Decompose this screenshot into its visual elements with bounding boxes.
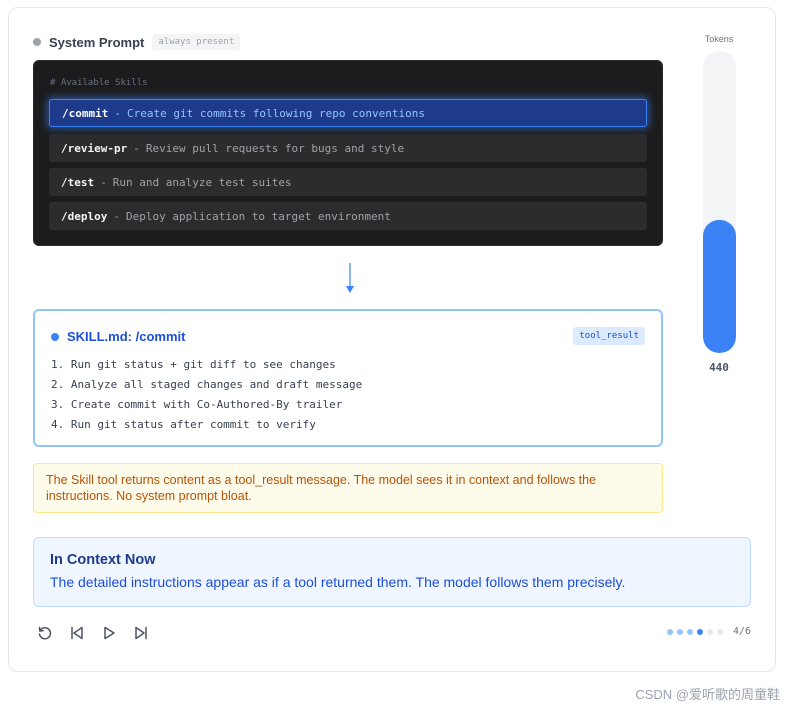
skill-description: Run and analyze test suites	[112, 175, 292, 189]
skill-row-test[interactable]: /test - Run and analyze test suites	[49, 168, 647, 196]
skip-back-button[interactable]	[69, 623, 101, 643]
play-icon	[104, 626, 115, 640]
play-button[interactable]	[101, 623, 133, 643]
skill-command: /commit	[62, 106, 109, 120]
arrow-down-icon	[346, 263, 354, 293]
pager-dot[interactable]	[686, 628, 693, 635]
skill-description: Create git commits following repo conven…	[126, 106, 425, 120]
demo-card: System Prompt always present # Available…	[8, 7, 776, 672]
skill-description: Review pull requests for bugs and style	[145, 141, 405, 155]
list-item: 4. Run git status after commit to verify	[51, 418, 316, 431]
skill-separator: -	[114, 106, 121, 120]
restart-button[interactable]	[37, 623, 69, 643]
playback-controls	[37, 623, 165, 643]
watermark: CSDN @爱听歌的周童鞋	[635, 687, 780, 702]
skill-row-commit[interactable]: /commit - Create git commits following r…	[49, 99, 647, 127]
context-panel: In Context Now The detailed instructions…	[33, 537, 751, 607]
token-gauge	[703, 51, 736, 353]
tokens-label: Tokens	[704, 34, 734, 44]
always-present-badge: always present	[152, 34, 241, 50]
skill-row-deploy[interactable]: /deploy - Deploy application to target e…	[49, 202, 647, 230]
skill-command: /deploy	[61, 209, 108, 223]
step-pager: 4/6	[666, 626, 751, 637]
list-item: 1. Run git status + git diff to see chan…	[51, 358, 336, 371]
info-note: The Skill tool returns content as a tool…	[33, 463, 663, 513]
skip-forward-button[interactable]	[133, 623, 165, 643]
skill-command: /test	[61, 175, 95, 189]
skill-separator: -	[100, 175, 107, 189]
system-prompt-title: System Prompt	[49, 34, 145, 50]
pager-dot[interactable]	[666, 628, 673, 635]
token-gauge-fill	[703, 220, 736, 353]
pager-dot[interactable]	[716, 628, 723, 635]
pager-dot-current[interactable]	[696, 628, 703, 635]
context-body: The detailed instructions appear as if a…	[50, 574, 626, 590]
system-prompt-header: System Prompt always present	[33, 32, 241, 52]
skill-steps: 1. Run git status + git diff to see chan…	[51, 355, 362, 435]
restart-icon	[38, 626, 52, 640]
page-indicator: 4/6	[732, 626, 751, 637]
context-title: In Context Now	[50, 552, 156, 568]
list-item: 3. Create commit with Co-Authored-By tra…	[51, 398, 343, 411]
pager-dot[interactable]	[676, 628, 683, 635]
skill-row-review-pr[interactable]: /review-pr - Review pull requests for bu…	[49, 134, 647, 162]
pager-dot[interactable]	[706, 628, 713, 635]
skill-md-panel: SKILL.md: /commit tool_result 1. Run git…	[33, 309, 663, 447]
skills-comment: # Available Skills	[50, 78, 148, 88]
skip-forward-icon	[135, 626, 147, 640]
skill-command: /review-pr	[61, 141, 128, 155]
list-item: 2. Analyze all staged changes and draft …	[51, 378, 363, 391]
skill-md-title: SKILL.md: /commit	[67, 329, 186, 344]
skill-separator: -	[113, 209, 120, 223]
tool-result-badge: tool_result	[573, 327, 645, 345]
skip-back-icon	[71, 626, 83, 640]
skill-description: Deploy application to target environment	[125, 209, 391, 223]
skills-panel: # Available Skills /commit - Create git …	[33, 60, 663, 246]
token-count: 440	[709, 361, 729, 374]
status-dot	[33, 38, 41, 46]
status-dot	[51, 332, 59, 341]
skill-separator: -	[133, 141, 140, 155]
skill-md-header: SKILL.md: /commit	[51, 329, 185, 344]
